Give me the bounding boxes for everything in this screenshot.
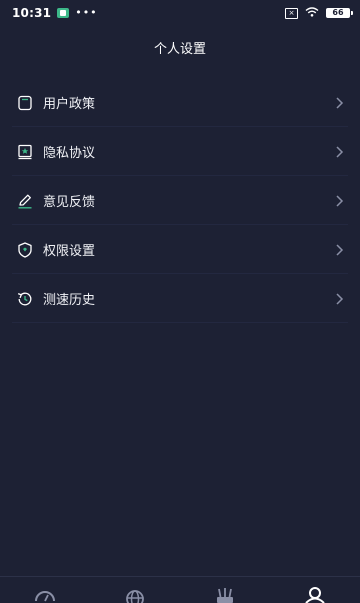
settings-item-label: 意见反馈 bbox=[43, 195, 96, 210]
status-left: 10:31 ••• bbox=[12, 5, 98, 21]
chevron-right-icon bbox=[336, 96, 344, 109]
user-icon bbox=[305, 587, 325, 603]
app-notification-icon bbox=[57, 8, 70, 18]
history-icon bbox=[16, 290, 34, 308]
battery-icon: 66 bbox=[326, 8, 353, 18]
no-sim-icon: × bbox=[285, 7, 298, 19]
status-time: 10:31 bbox=[12, 6, 52, 20]
speedometer-icon bbox=[35, 591, 55, 602]
shield-icon bbox=[16, 241, 34, 259]
settings-item-label: 用户政策 bbox=[43, 97, 96, 112]
more-notifications-icon: ••• bbox=[75, 5, 98, 19]
tab-router[interactable] bbox=[180, 577, 270, 603]
settings-list: 用户政策 隐私协议 意见反馈 权限设置 测速历史 bbox=[0, 78, 360, 323]
settings-item-label: 隐私协议 bbox=[43, 146, 96, 161]
settings-item-permissions[interactable]: 权限设置 bbox=[0, 225, 360, 274]
settings-item-speed-history[interactable]: 测速历史 bbox=[0, 274, 360, 323]
settings-item-feedback[interactable]: 意见反馈 bbox=[0, 176, 360, 225]
chevron-right-icon bbox=[336, 292, 344, 305]
tab-speed-test[interactable] bbox=[0, 577, 90, 602]
settings-item-label: 测速历史 bbox=[43, 293, 96, 308]
tab-profile[interactable] bbox=[270, 577, 360, 603]
settings-item-user-policy[interactable]: 用户政策 bbox=[0, 78, 360, 127]
globe-icon bbox=[126, 590, 144, 603]
book-icon bbox=[16, 143, 34, 161]
status-bar: 10:31 ••• × 66 bbox=[0, 0, 360, 26]
tab-network[interactable] bbox=[90, 577, 180, 603]
status-right: × 66 bbox=[285, 6, 353, 20]
settings-item-label: 权限设置 bbox=[43, 244, 96, 259]
chevron-right-icon bbox=[336, 145, 344, 158]
chevron-right-icon bbox=[336, 243, 344, 256]
wifi-icon bbox=[305, 6, 319, 20]
document-icon bbox=[16, 94, 34, 112]
bottom-nav bbox=[0, 576, 360, 603]
settings-item-privacy-agreement[interactable]: 隐私协议 bbox=[0, 127, 360, 176]
chevron-right-icon bbox=[336, 194, 344, 207]
router-icon bbox=[217, 588, 233, 603]
page-title: 个人设置 bbox=[153, 42, 206, 57]
pen-icon bbox=[16, 192, 34, 210]
